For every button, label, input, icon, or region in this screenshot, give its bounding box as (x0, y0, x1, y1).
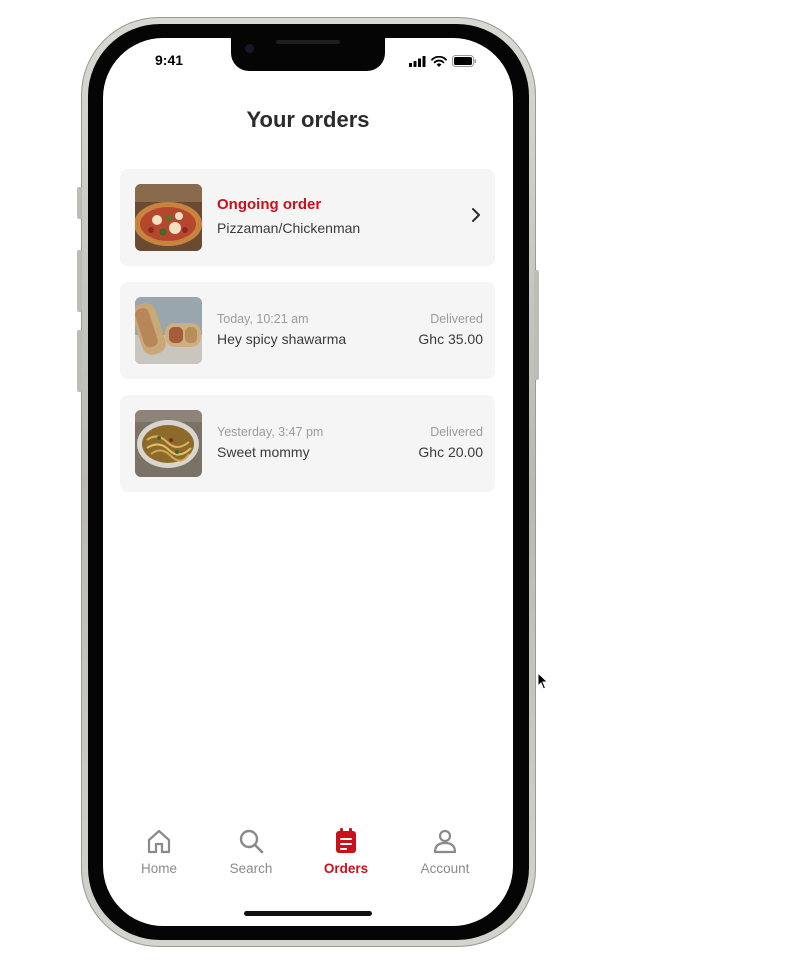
home-icon (147, 829, 171, 854)
tab-account[interactable]: Account (405, 828, 485, 876)
power-button (534, 270, 539, 380)
order-status: Delivered (430, 425, 483, 439)
order-card[interactable]: Yesterday, 3:47 pm Sweet mommy Delivered… (120, 395, 495, 492)
shawarma-image (135, 297, 202, 364)
front-camera (245, 44, 254, 53)
order-status: Delivered (430, 312, 483, 326)
chevron-right-icon[interactable] (471, 207, 481, 223)
status-time: 9:41 (155, 52, 184, 68)
phone-screen: 9:41 Your orders Ongoing order Pizzaman/… (103, 38, 513, 926)
orders-icon (336, 828, 356, 853)
pizza-image (135, 184, 202, 251)
tab-orders[interactable]: Orders (306, 828, 386, 876)
home-indicator[interactable] (244, 911, 372, 916)
order-price: Ghc 20.00 (418, 444, 483, 460)
status-icons (409, 55, 477, 67)
wifi-icon (431, 55, 447, 67)
account-icon (433, 829, 457, 854)
page-title: Your orders (246, 107, 370, 132)
ongoing-order-restaurant: Pizzaman/Chickenman (217, 220, 361, 236)
tab-account-label: Account (420, 861, 470, 876)
volume-down-button (77, 330, 82, 392)
tab-home-label: Home (140, 861, 177, 876)
ongoing-order-heading: Ongoing order (217, 196, 322, 213)
order-time: Yesterday, 3:47 pm (217, 425, 324, 439)
cellular-signal-icon (409, 55, 426, 67)
search-icon (239, 829, 264, 854)
order-price: Ghc 35.00 (418, 331, 483, 347)
ongoing-order-card[interactable]: Ongoing order Pizzaman/Chickenman (120, 169, 495, 266)
mouse-cursor-icon (537, 672, 549, 690)
order-time: Today, 10:21 am (217, 312, 309, 326)
tab-orders-label: Orders (323, 861, 369, 876)
noodles-image (135, 410, 202, 477)
tab-search-label: Search (229, 861, 273, 876)
notch (231, 38, 385, 71)
order-card[interactable]: Today, 10:21 am Hey spicy shawarma Deliv… (120, 282, 495, 379)
bottom-tab-bar: Home Search Orders Account (103, 828, 513, 888)
tab-search[interactable]: Search (211, 828, 291, 876)
order-name: Sweet mommy (217, 444, 310, 460)
battery-icon (452, 55, 477, 67)
mute-switch (77, 187, 82, 219)
volume-up-button (77, 250, 82, 312)
order-name: Hey spicy shawarma (217, 331, 347, 347)
tab-home[interactable]: Home (119, 828, 199, 876)
speaker (276, 40, 340, 44)
